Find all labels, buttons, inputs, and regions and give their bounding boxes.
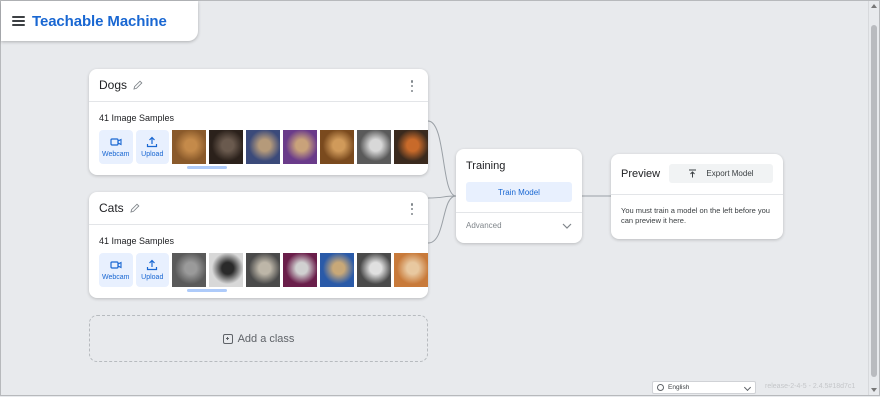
class-header: Cats <box>89 192 428 225</box>
sample-thumbnail[interactable] <box>320 130 354 164</box>
more-options-icon[interactable] <box>410 80 414 92</box>
scroll-down-icon[interactable] <box>871 388 877 392</box>
sample-thumbnail[interactable] <box>357 130 391 164</box>
release-version: release-2-4-5 - 2.4.5#18d7c1 <box>765 383 856 390</box>
class-header: Dogs <box>89 69 428 102</box>
preview-card: Preview Export Model You must train a mo… <box>611 154 783 239</box>
preview-title: Preview <box>621 168 661 180</box>
training-title: Training <box>466 160 506 172</box>
class-name[interactable]: Dogs <box>99 78 127 92</box>
sample-thumbnail[interactable] <box>394 130 428 164</box>
webcam-label: Webcam <box>102 151 130 158</box>
sample-thumbnail[interactable] <box>394 253 428 287</box>
chevron-down-icon[interactable] <box>562 223 572 229</box>
training-card: Training Train Model Advanced <box>456 149 582 243</box>
upload-icon <box>147 136 158 148</box>
advanced-toggle[interactable]: Advanced <box>466 221 502 230</box>
sample-thumbnail[interactable] <box>172 130 206 164</box>
sample-thumbnail[interactable] <box>357 253 391 287</box>
add-class-label: Add a class <box>237 332 295 345</box>
sample-count: 41 Image Samples <box>99 113 175 123</box>
add-class-button[interactable]: Add a class <box>89 315 428 362</box>
sample-thumbnail[interactable] <box>320 253 354 287</box>
sample-thumbnail[interactable] <box>246 130 280 164</box>
upload-icon <box>147 259 158 271</box>
language-value: English <box>668 384 690 391</box>
sample-thumbnail[interactable] <box>209 130 243 164</box>
sample-count: 41 Image Samples <box>99 236 175 246</box>
upload-button[interactable]: Upload <box>135 130 169 164</box>
webcam-button[interactable]: Webcam <box>99 130 133 164</box>
webcam-icon <box>110 261 122 269</box>
app-title[interactable]: Teachable Machine <box>32 13 167 30</box>
sample-thumbnail[interactable] <box>246 253 280 287</box>
webcam-icon <box>110 138 122 146</box>
sample-scroll-indicator[interactable] <box>187 289 227 292</box>
pencil-icon[interactable] <box>129 202 141 214</box>
chevron-down-icon <box>743 383 752 392</box>
scroll-up-icon[interactable] <box>871 4 877 8</box>
divider <box>611 194 783 195</box>
class-name[interactable]: Cats <box>99 201 124 215</box>
sample-scroll-indicator[interactable] <box>187 166 227 169</box>
upload-label: Upload <box>141 274 164 281</box>
scrollbar[interactable] <box>868 1 879 395</box>
sample-row: Webcam Upload <box>99 253 428 287</box>
add-box-icon <box>222 333 233 344</box>
class-card-dogs: Dogs 41 Image Samples Webcam Upload <box>89 69 428 175</box>
export-model-button[interactable]: Export Model <box>669 164 773 183</box>
sample-row: Webcam Upload <box>99 130 428 164</box>
class-card-cats: Cats 41 Image Samples Webcam Upload <box>89 192 428 298</box>
scrollbar-thumb[interactable] <box>871 25 877 377</box>
webcam-button[interactable]: Webcam <box>99 253 133 287</box>
globe-icon <box>657 384 664 391</box>
sample-thumbnail[interactable] <box>172 253 206 287</box>
divider <box>456 212 582 213</box>
preview-message: You must train a model on the left befor… <box>621 206 770 225</box>
export-icon <box>689 169 697 178</box>
more-options-icon[interactable] <box>410 203 414 215</box>
sample-thumbnail[interactable] <box>283 253 317 287</box>
pencil-icon[interactable] <box>132 79 144 91</box>
sample-thumbnail[interactable] <box>209 253 243 287</box>
upload-label: Upload <box>141 151 164 158</box>
train-model-button[interactable]: Train Model <box>466 182 572 202</box>
upload-button[interactable]: Upload <box>135 253 169 287</box>
menu-icon[interactable] <box>12 16 25 26</box>
sample-thumbnail[interactable] <box>283 130 317 164</box>
export-model-label: Export Model <box>706 169 754 178</box>
webcam-label: Webcam <box>102 274 130 281</box>
app-header: Teachable Machine <box>1 1 198 41</box>
language-select[interactable]: English <box>652 381 756 394</box>
